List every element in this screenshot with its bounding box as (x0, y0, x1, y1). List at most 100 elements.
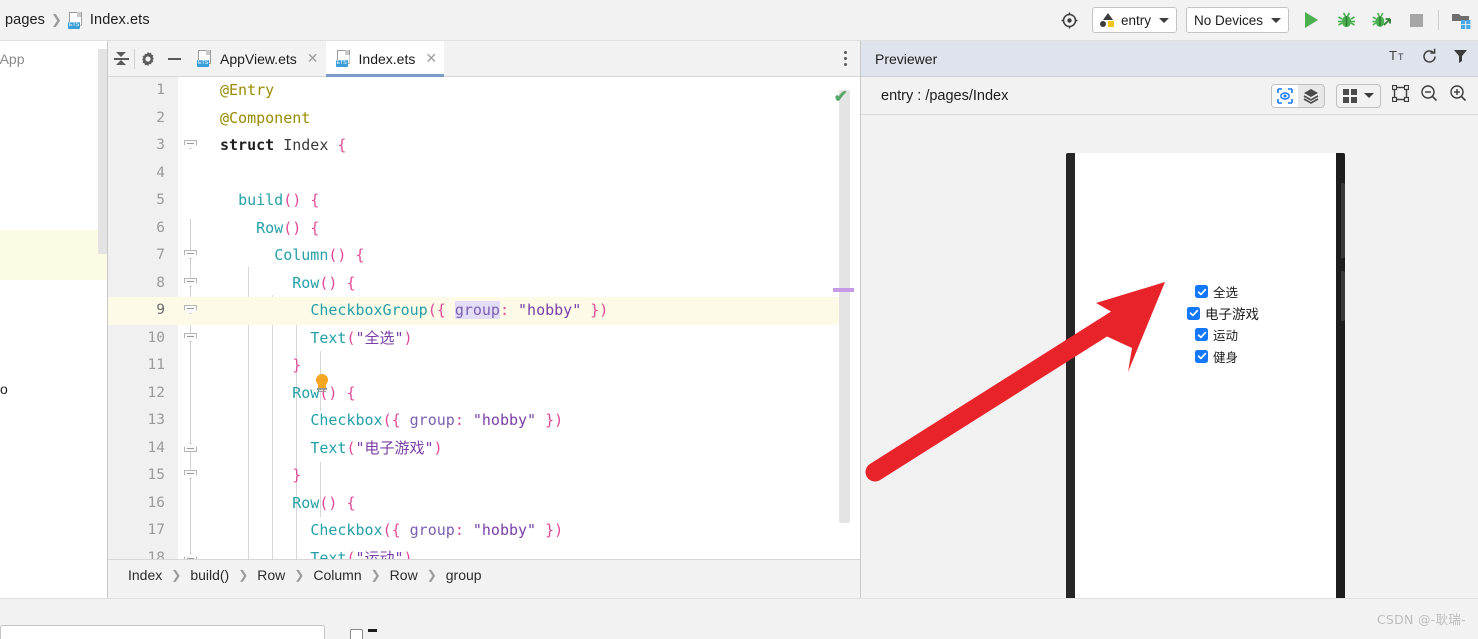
plug-icon[interactable] (1452, 48, 1469, 70)
checkbox-checked-icon[interactable] (1195, 328, 1208, 342)
editor-scrollbar[interactable] (839, 90, 850, 523)
collapse-all-button[interactable] (108, 46, 134, 72)
checkbox-checked-icon[interactable] (1195, 349, 1208, 363)
code-line[interactable]: 6 Row() { (108, 215, 860, 243)
editor-tab-appview[interactable]: ETS AppView.ets ✕ (187, 41, 326, 77)
line-number: 14 (147, 439, 165, 456)
module-selector[interactable]: entry (1091, 7, 1177, 33)
project-item-clipped-2[interactable]: o (0, 381, 8, 397)
project-panel[interactable]: ngApp o (0, 41, 108, 598)
code-line[interactable]: 14 Text("电子游戏") (108, 435, 860, 463)
code-line[interactable]: 1 @Entry (108, 77, 860, 105)
inspection-ok-icon[interactable]: ✔ (834, 88, 848, 105)
checkbox-checked-icon[interactable] (1195, 285, 1208, 299)
settings-button[interactable] (135, 46, 161, 72)
breadcrumb-item[interactable]: Row (390, 567, 418, 583)
breadcrumb-item[interactable]: Column (313, 567, 361, 583)
code-line[interactable]: 17 Checkbox({ group: "hobby" }) (108, 517, 860, 545)
breadcrumb-item[interactable]: Index (128, 567, 162, 583)
breadcrumb-item[interactable]: Row (257, 567, 285, 583)
code-token: }) (590, 301, 609, 319)
stop-button[interactable] (1403, 7, 1429, 33)
multi-device-selector[interactable] (1336, 83, 1381, 108)
fold-marker-collapse[interactable] (184, 250, 197, 263)
fold-marker-collapse[interactable] (184, 333, 197, 346)
module-selector-label: entry (1120, 12, 1151, 28)
previewer-stage[interactable]: 全选 电子游戏 运动 健身 (861, 115, 1478, 598)
code-token: () (319, 493, 338, 512)
code-line[interactable]: 12 Row() { (108, 380, 860, 408)
debug-button[interactable] (1333, 7, 1359, 33)
bottom-checkbox[interactable] (350, 629, 363, 639)
project-item-clipped[interactable]: ngApp (0, 51, 24, 67)
project-panel-highlight-row (0, 230, 107, 280)
code-line[interactable]: 15 } (108, 462, 860, 490)
code-line[interactable]: 8 Row() { (108, 270, 860, 298)
checkbox-row[interactable]: 健身 (1195, 346, 1259, 368)
line-number: 1 (156, 82, 165, 98)
code-line[interactable]: 7 Column() { (108, 242, 860, 270)
device-side-button[interactable] (1341, 271, 1345, 321)
code-token: ) (433, 438, 443, 457)
fold-marker-collapse[interactable] (184, 140, 197, 153)
breadcrumb-item[interactable]: build() (190, 567, 229, 583)
editor-tab-index[interactable]: ETS Index.ets ✕ (325, 40, 445, 77)
refresh-icon[interactable] (1421, 48, 1438, 70)
editor-breadcrumb[interactable]: Index ❯ build() ❯ Row ❯ Column ❯ Row ❯ group (108, 559, 860, 589)
breadcrumb-item-file[interactable]: Index.ets (90, 12, 150, 28)
project-panel-scrollbar[interactable] (98, 49, 107, 254)
device-preview-frame[interactable]: 全选 电子游戏 运动 健身 (1066, 153, 1345, 598)
line-number: 4 (156, 164, 165, 181)
run-button[interactable] (1298, 7, 1324, 33)
line-number: 17 (147, 522, 165, 538)
intention-bulb-icon[interactable] (314, 374, 330, 393)
breadcrumb-item[interactable]: group (446, 567, 482, 583)
code-line[interactable]: 16 Row() { (108, 490, 860, 518)
code-line[interactable]: 13 Checkbox({ group: "hobby" }) (108, 407, 860, 435)
minimize-panel-button[interactable] (161, 46, 187, 72)
code-editor[interactable]: 1 @Entry 2 @Component 3 struct Index { 4 5 buil… (108, 77, 860, 559)
code-line[interactable]: 10 Text("全选") (108, 325, 860, 353)
more-options-button[interactable] (830, 41, 860, 77)
code-token: ({ (427, 301, 446, 319)
line-number: 8 (156, 274, 165, 291)
code-token: "全选" (355, 328, 404, 347)
text-size-icon[interactable]: T T (1389, 48, 1407, 69)
scrollbar-change-marker (833, 288, 854, 292)
bottom-text-field[interactable] (0, 625, 325, 639)
code-line[interactable]: 3 struct Index { (108, 132, 860, 160)
device-side-button[interactable] (1341, 183, 1345, 258)
code-line[interactable]: 9 CheckboxGroup({ group: "hobby" }) (108, 297, 860, 325)
checkbox-row[interactable]: 运动 (1195, 324, 1259, 346)
checkbox-group[interactable]: 全选 电子游戏 运动 健身 (1187, 281, 1259, 367)
fold-marker-collapse[interactable] (184, 470, 197, 483)
fold-marker-expand[interactable] (184, 443, 197, 456)
device-manager-button[interactable] (1448, 7, 1474, 33)
line-number: 16 (147, 494, 165, 511)
target-icon[interactable] (1057, 7, 1083, 33)
breadcrumb-item-pages[interactable]: pages (5, 12, 45, 28)
layers-icon[interactable] (1298, 85, 1324, 107)
zoom-out-icon[interactable] (1420, 84, 1438, 107)
code-line[interactable]: 4 (108, 160, 860, 188)
fold-marker-collapse[interactable] (184, 278, 197, 291)
close-icon[interactable]: ✕ (425, 50, 437, 67)
code-line[interactable]: 5 build() { (108, 187, 860, 215)
fit-to-frame-icon[interactable] (1391, 84, 1410, 107)
checkbox-row[interactable]: 全选 (1195, 281, 1259, 303)
attach-debugger-button[interactable] (1368, 7, 1394, 33)
code-line[interactable]: 18 Text("运动") (108, 545, 860, 560)
code-line[interactable]: 2 @Component (108, 105, 860, 133)
checkbox-checked-icon[interactable] (1187, 306, 1200, 320)
checkbox-row[interactable]: 电子游戏 (1187, 303, 1259, 325)
code-line[interactable]: 11 } (108, 352, 860, 380)
zoom-in-icon[interactable] (1449, 84, 1467, 107)
device-selector[interactable]: No Devices (1185, 7, 1289, 33)
breadcrumb-separator: ❯ (238, 567, 249, 582)
fold-marker-collapse[interactable] (184, 305, 197, 318)
code-lines[interactable]: 1 @Entry 2 @Component 3 struct Index { 4 5 buil… (108, 77, 860, 559)
inspector-icon[interactable] (1272, 84, 1298, 107)
close-icon[interactable]: ✕ (307, 50, 319, 67)
